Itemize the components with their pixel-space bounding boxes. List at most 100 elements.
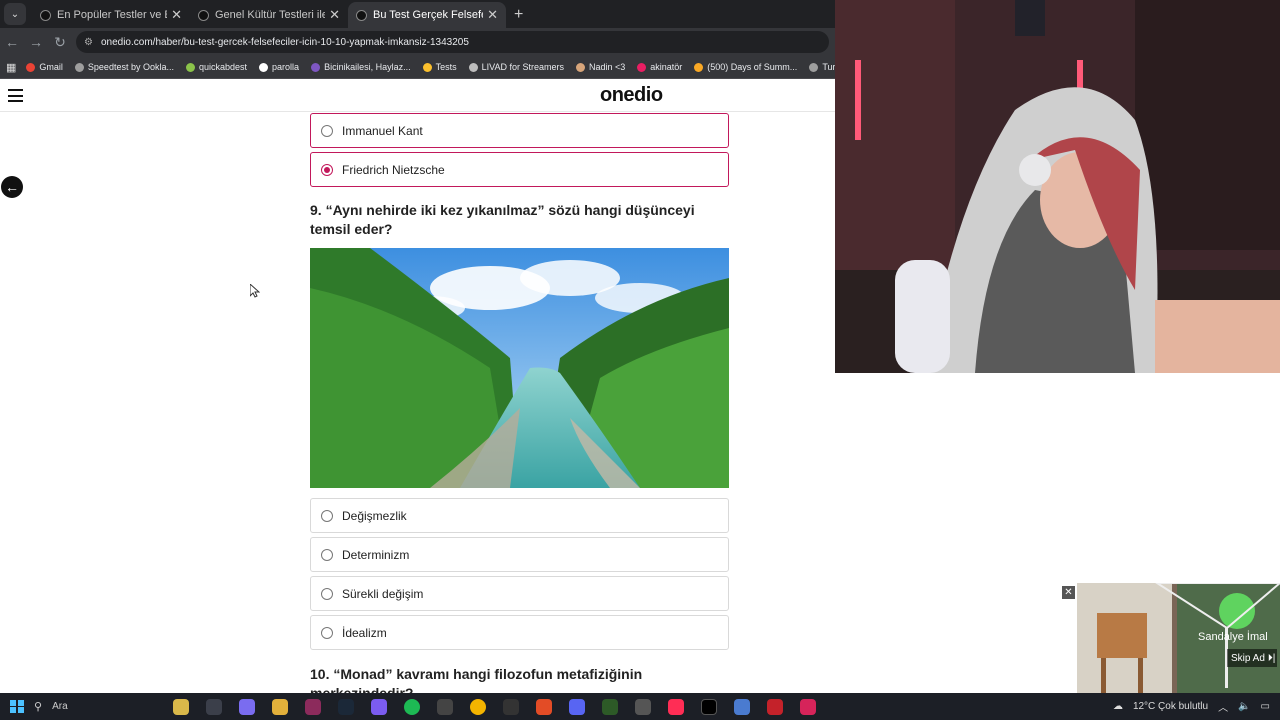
answer-option-selected[interactable]: Friedrich Nietzsche: [310, 152, 729, 187]
bookmark-item[interactable]: LIVAD for Streamers: [468, 62, 564, 72]
radio-button[interactable]: [321, 587, 333, 600]
radio-button[interactable]: [321, 548, 333, 561]
app-icon[interactable]: [733, 698, 750, 715]
answer-option[interactable]: Sürekli değişim: [310, 576, 729, 611]
tab-1[interactable]: En Popüler Testler ve Eğlenceli T ✕: [32, 2, 190, 28]
tiktok-icon[interactable]: [700, 698, 717, 715]
ad-video[interactable]: Sandalye İmal Skip Ad ⏵|: [1077, 583, 1280, 693]
question-10-title: 10. “Monad” kavramı hangi filozofun meta…: [310, 666, 643, 693]
bookmark-favicon-icon: [809, 62, 819, 72]
search-icon: ⚲: [34, 701, 43, 713]
question-9-title: 9. “Aynı nehirde iki kez yıkanılmaz” söz…: [310, 202, 695, 237]
bookmark-favicon-icon: [259, 62, 269, 72]
tab-bar: ⌄ En Popüler Testler ve Eğlenceli T ✕ Ge…: [0, 0, 835, 28]
close-tab-icon[interactable]: ✕: [487, 7, 498, 23]
forward-arrow-icon[interactable]: →: [24, 34, 48, 50]
taskbar: ⚲ Ara ☁ 12°C Çok bulutlu ︿ 🔈 ▭: [0, 693, 1280, 720]
system-tray: ☁ 12°C Çok bulutlu ︿ 🔈 ▭: [1113, 693, 1280, 720]
web-page: onedio ← Immanuel Kant Friedrich Nietzsc…: [0, 80, 835, 693]
app-icon[interactable]: [667, 698, 684, 715]
close-tab-icon[interactable]: ✕: [329, 7, 340, 23]
bookmark-item[interactable]: parolla: [259, 62, 299, 72]
tab-2[interactable]: Genel Kültür Testleri ile Bilgini T ✕: [190, 2, 348, 28]
tab-title: Bu Test Gerçek Felsefeciler İçin!: [373, 9, 483, 21]
chrome-icon[interactable]: [469, 698, 486, 715]
file-explorer-icon[interactable]: [271, 698, 288, 715]
app-icon[interactable]: [799, 698, 816, 715]
bookmark-favicon-icon: [694, 62, 704, 72]
answer-option[interactable]: İdealizm: [310, 615, 729, 650]
bookmark-favicon-icon: [311, 62, 321, 72]
radio-button-selected[interactable]: [321, 163, 333, 176]
ad-title: Sandalye İmal: [1198, 631, 1268, 643]
copilot-icon[interactable]: [238, 698, 255, 715]
answer-option[interactable]: Determinizm: [310, 537, 729, 572]
obs-icon[interactable]: [502, 698, 519, 715]
app-icon[interactable]: [370, 698, 387, 715]
back-arrow-circle-icon[interactable]: ←: [1, 176, 23, 198]
back-arrow-icon[interactable]: ←: [0, 34, 24, 50]
question-image-river: [310, 248, 729, 488]
spotify-icon[interactable]: [403, 698, 420, 715]
radio-button[interactable]: [321, 124, 333, 137]
steam-icon[interactable]: [337, 698, 354, 715]
webcam-overlay: [835, 0, 1280, 373]
weather-text[interactable]: 12°C Çok bulutlu: [1133, 701, 1208, 712]
option-label: Değişmezlik: [342, 508, 407, 523]
app-icon[interactable]: [304, 698, 321, 715]
tab-3-active[interactable]: Bu Test Gerçek Felsefeciler İçin! ✕: [348, 2, 506, 28]
taskbar-widget-icon[interactable]: [172, 698, 189, 715]
windows-start-icon[interactable]: [10, 699, 24, 714]
option-label: Determinizm: [342, 547, 410, 562]
toolbar: ← → ↻ ⚙ onedio.com/haber/bu-test-gercek-…: [0, 28, 835, 56]
radio-button[interactable]: [321, 509, 333, 522]
bookmark-favicon-icon: [575, 62, 585, 72]
app-icon[interactable]: [535, 698, 552, 715]
address-bar[interactable]: ⚙ onedio.com/haber/bu-test-gercek-felsef…: [76, 31, 829, 53]
taskbar-search[interactable]: ⚲ Ara: [34, 700, 164, 713]
bookmark-item[interactable]: quickabdest: [185, 62, 247, 72]
tab-title: En Popüler Testler ve Eğlenceli T: [57, 9, 167, 21]
task-view-icon[interactable]: [205, 698, 222, 715]
site-info-icon[interactable]: ⚙: [84, 37, 93, 48]
bookmark-item[interactable]: Tests: [422, 62, 457, 72]
notification-icon[interactable]: ▭: [1261, 701, 1270, 712]
url-text: onedio.com/haber/bu-test-gercek-felsefec…: [100, 36, 469, 48]
option-label: Friedrich Nietzsche: [342, 162, 445, 177]
answer-option[interactable]: Değişmezlik: [310, 498, 729, 533]
bookmark-item[interactable]: Speedtest by Ookla...: [74, 62, 174, 72]
tab-search-button[interactable]: ⌄: [4, 3, 26, 25]
weather-icon[interactable]: ☁: [1113, 701, 1123, 712]
bookmarks-bar: ▦ Gmail Speedtest by Ookla... quickabdes…: [0, 56, 876, 79]
app-icon[interactable]: [601, 698, 618, 715]
discord-icon[interactable]: [568, 698, 585, 715]
bookmark-item[interactable]: Bicinikailesi, Haylaz...: [311, 62, 411, 72]
bookmark-item[interactable]: Nadin <3: [575, 62, 625, 72]
ad-close-icon[interactable]: ✕: [1062, 586, 1075, 599]
bookmark-favicon-icon: [26, 62, 36, 72]
search-label: Ara: [52, 701, 68, 712]
apps-grid-icon[interactable]: ▦: [6, 61, 16, 74]
app-icon[interactable]: [436, 698, 453, 715]
bookmark-item[interactable]: Gmail: [26, 62, 63, 72]
hamburger-menu-icon[interactable]: [8, 89, 23, 102]
tab-title: Genel Kültür Testleri ile Bilgini T: [215, 9, 326, 21]
answer-option[interactable]: Immanuel Kant: [310, 113, 729, 148]
speaker-icon[interactable]: 🔈: [1238, 701, 1250, 712]
reload-icon[interactable]: ↻: [48, 34, 72, 51]
bookmark-item[interactable]: akinatör: [637, 62, 682, 72]
new-tab-icon[interactable]: +: [514, 6, 523, 24]
skip-ad-button[interactable]: Skip Ad ⏵|: [1227, 649, 1277, 667]
close-tab-icon[interactable]: ✕: [171, 7, 182, 23]
bookmark-favicon-icon: [637, 62, 647, 72]
app-icon[interactable]: [634, 698, 651, 715]
radio-button[interactable]: [321, 626, 333, 639]
option-label: İdealizm: [342, 625, 387, 640]
bookmark-favicon-icon: [185, 62, 195, 72]
app-icon[interactable]: [766, 698, 783, 715]
bookmark-item[interactable]: (500) Days of Summ...: [694, 62, 797, 72]
site-logo[interactable]: onedio: [600, 84, 663, 107]
onedio-favicon-icon: [40, 9, 51, 21]
chevron-up-icon[interactable]: ︿: [1218, 699, 1228, 714]
option-label: Immanuel Kant: [342, 123, 423, 138]
